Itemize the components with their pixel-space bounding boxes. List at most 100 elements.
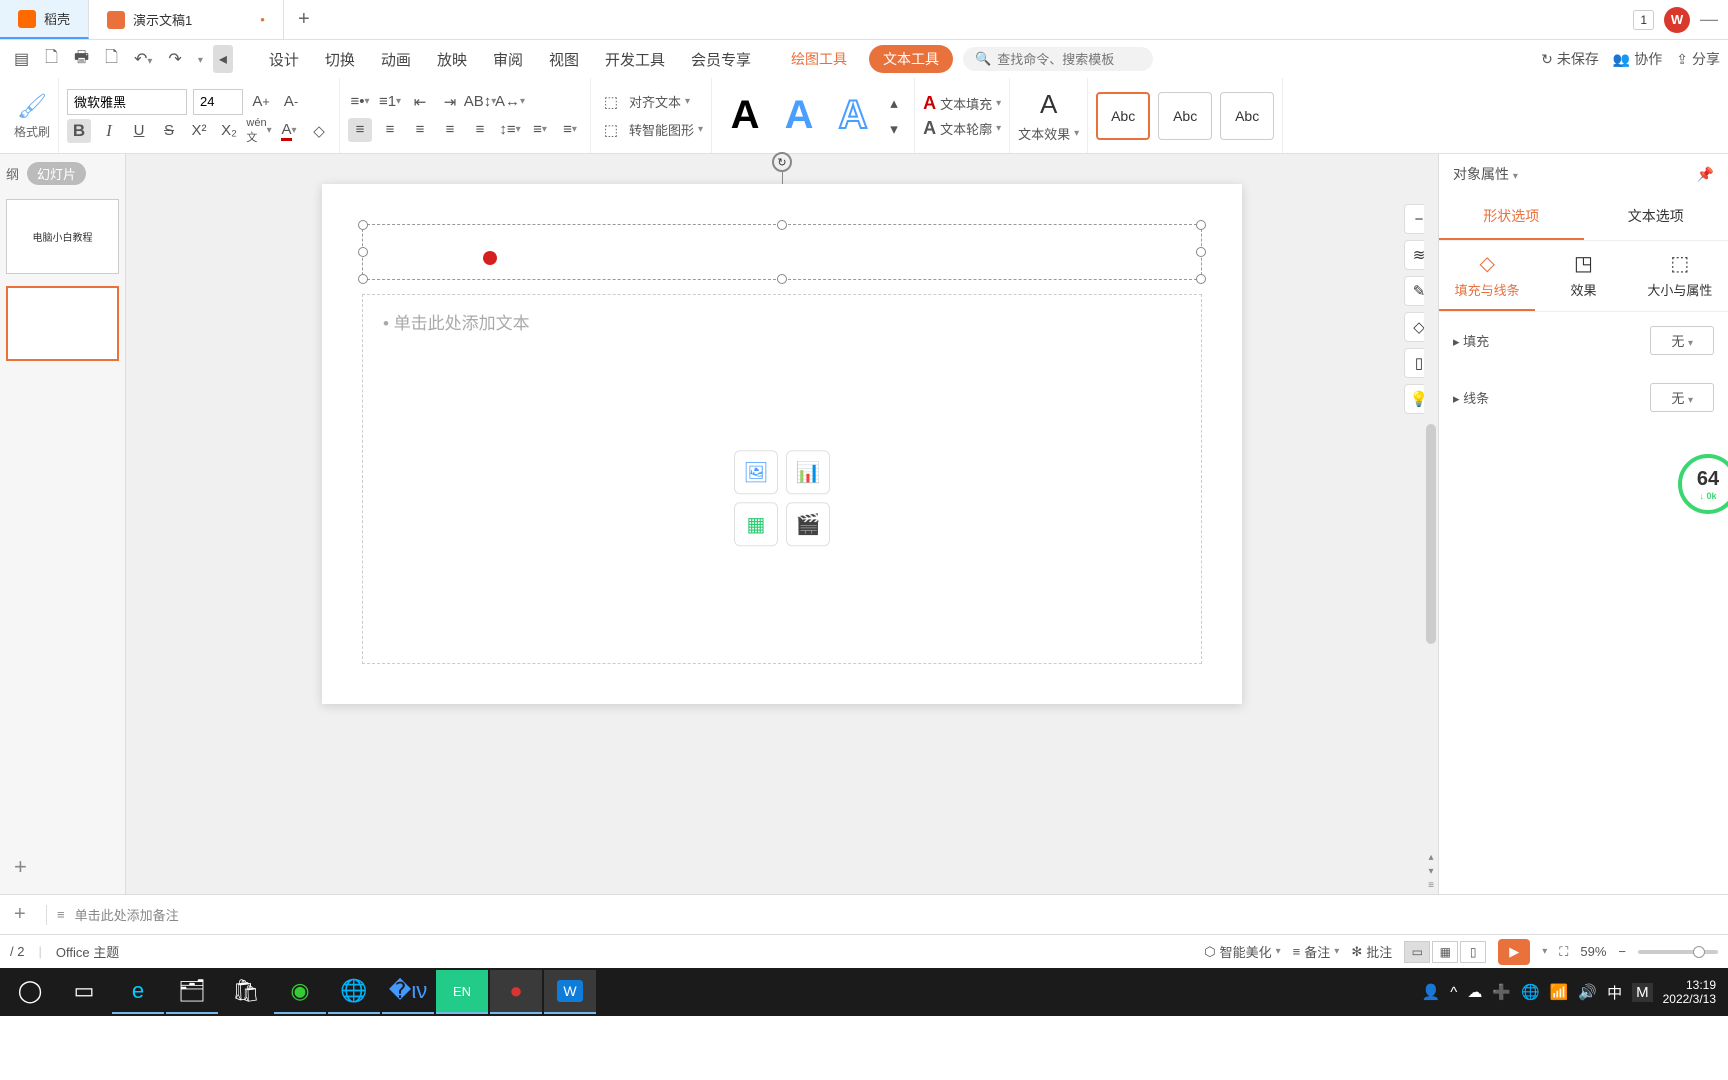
menu-view[interactable]: 视图 — [547, 45, 581, 74]
increase-indent-button[interactable]: ⇥ — [438, 90, 462, 114]
resize-handle-n[interactable] — [777, 220, 787, 230]
normal-view-button[interactable]: ▭ — [1404, 941, 1430, 963]
outline-tab[interactable]: 纲 — [6, 164, 19, 183]
wordart-style-1[interactable]: A — [720, 93, 770, 138]
notes-toggle-button[interactable]: ≡备注▾ — [1293, 942, 1340, 961]
wps-taskbar-icon[interactable]: W — [544, 970, 596, 1014]
size-subtab[interactable]: ⬚大小与属性 — [1632, 241, 1728, 311]
font-name-select[interactable] — [67, 89, 187, 115]
abc-style-2[interactable]: Abc — [1158, 92, 1212, 140]
smart-graphic-button[interactable]: 转智能图形▾ — [629, 120, 703, 139]
line-select[interactable]: 无 ▾ — [1650, 383, 1714, 412]
save-button[interactable]: 🗋 — [39, 42, 64, 77]
bold-button[interactable]: B — [67, 119, 91, 143]
vertical-scrollbar[interactable]: ▴ ▾ ≡ — [1424, 154, 1438, 894]
wifi-icon[interactable]: 📶 — [1550, 983, 1569, 1001]
network-tray-icon[interactable]: 🌐 — [1521, 983, 1540, 1001]
undo-button[interactable]: ↶▾ — [128, 45, 158, 73]
menu-slideshow[interactable]: 放映 — [435, 45, 469, 74]
font-size-select[interactable] — [193, 89, 243, 115]
beautify-button[interactable]: ⬡智能美化▾ — [1204, 942, 1280, 961]
slide[interactable]: ↻ • 单击此处添加文本 🖼 📊 ▦ 🎬 — [322, 184, 1242, 704]
sorter-view-button[interactable]: ▦ — [1432, 941, 1458, 963]
search-input[interactable] — [997, 52, 1137, 67]
volume-icon[interactable]: 🔊 — [1578, 983, 1597, 1001]
zoom-value[interactable]: 59% — [1580, 944, 1606, 959]
superscript-button[interactable]: X² — [187, 119, 211, 143]
vscode-icon[interactable]: �ιν — [382, 970, 434, 1014]
decrease-indent-button[interactable]: ⇤ — [408, 90, 432, 114]
zoom-slider[interactable] — [1638, 950, 1718, 954]
store-icon[interactable]: 🛍 — [220, 970, 272, 1014]
notes-placeholder[interactable]: 单击此处添加备注 — [75, 905, 179, 924]
text-effect-button[interactable]: 文本效果▾ — [1018, 124, 1079, 143]
align-text-button[interactable]: 对齐文本▾ — [629, 92, 690, 111]
align-left-button[interactable]: ≡ — [348, 118, 372, 142]
menu-member[interactable]: 会员专享 — [689, 45, 753, 74]
insert-video-button[interactable]: 🎬 — [786, 502, 830, 546]
tab-docer[interactable]: 稻壳 — [0, 0, 89, 39]
print-button[interactable]: 🖶 — [68, 42, 95, 77]
underline-button[interactable]: U — [127, 119, 151, 143]
before-spacing-button[interactable]: ≡▾ — [528, 118, 552, 142]
security-tray-icon[interactable]: ➕ — [1492, 983, 1511, 1001]
onedrive-icon[interactable]: ☁ — [1467, 983, 1482, 1001]
wps-logo-icon[interactable]: W — [1664, 7, 1690, 33]
insert-table-button[interactable]: ▦ — [734, 502, 778, 546]
shape-options-tab[interactable]: 形状选项 — [1439, 194, 1584, 240]
text-direction-button[interactable]: AB↕▾ — [468, 90, 492, 114]
taskview-button[interactable]: ▭ — [58, 970, 110, 1014]
text-options-tab[interactable]: 文本选项 — [1584, 194, 1728, 240]
align-justify-button[interactable]: ≡ — [438, 118, 462, 142]
after-spacing-button[interactable]: ≡▾ — [558, 118, 582, 142]
resize-handle-s[interactable] — [777, 274, 787, 284]
resize-handle-e[interactable] — [1196, 247, 1206, 257]
redo-button[interactable]: ↷ — [162, 45, 187, 73]
title-textbox[interactable] — [362, 224, 1202, 280]
search-box[interactable]: 🔍 — [963, 47, 1153, 71]
window-count[interactable]: 1 — [1633, 10, 1654, 30]
italic-button[interactable]: I — [97, 119, 121, 143]
pin-icon[interactable]: 📌 — [1697, 166, 1714, 183]
rotate-handle[interactable]: ↻ — [772, 152, 792, 172]
font-color-button[interactable]: A▾ — [277, 119, 301, 143]
wordart-style-3[interactable]: A — [828, 93, 878, 138]
scroll-menu-button[interactable]: ≡ — [1424, 880, 1438, 894]
increase-font-button[interactable]: A+ — [249, 90, 273, 114]
resize-handle-w[interactable] — [358, 247, 368, 257]
align-center-button[interactable]: ≡ — [378, 118, 402, 142]
effect-subtab[interactable]: ◳效果 — [1535, 241, 1631, 311]
text-effect-icon[interactable]: A — [1040, 89, 1057, 120]
add-slide-bottom-button[interactable]: + — [14, 903, 36, 926]
pinyin-button[interactable]: wén文▾ — [247, 119, 271, 143]
resize-handle-sw[interactable] — [358, 274, 368, 284]
menu-button[interactable]: ▤ — [8, 45, 35, 73]
resize-handle-se[interactable] — [1196, 274, 1206, 284]
more-quick-button[interactable]: ▾ — [192, 46, 209, 72]
new-tab-button[interactable]: + — [284, 0, 324, 39]
fill-select[interactable]: 无 ▾ — [1650, 326, 1714, 355]
collapse-ribbon-button[interactable]: ◂ — [213, 45, 233, 73]
edge-icon[interactable]: e — [112, 970, 164, 1014]
subscript-button[interactable]: X₂ — [217, 119, 241, 143]
not-saved-button[interactable]: ↻未保存 — [1541, 49, 1599, 69]
align-text-icon[interactable]: ⬚ — [599, 90, 623, 114]
scroll-down-button[interactable]: ▾ — [1424, 866, 1438, 880]
share-button[interactable]: ⇪分享 — [1676, 49, 1720, 69]
collab-button[interactable]: 👥协作 — [1613, 49, 1662, 69]
reading-view-button[interactable]: ▯ — [1460, 941, 1486, 963]
menu-review[interactable]: 审阅 — [491, 45, 525, 74]
abc-style-3[interactable]: Abc — [1220, 92, 1274, 140]
content-textbox[interactable]: • 单击此处添加文本 🖼 📊 ▦ 🎬 — [362, 294, 1202, 664]
resize-handle-nw[interactable] — [358, 220, 368, 230]
add-slide-button[interactable]: + — [0, 840, 125, 894]
recorder-icon[interactable]: ● — [490, 970, 542, 1014]
text-outline-button[interactable]: A文本轮廓▾ — [923, 118, 1001, 139]
wordart-style-2[interactable]: A — [774, 93, 824, 138]
numbering-button[interactable]: ≡1▾ — [378, 90, 402, 114]
slide-thumb-1[interactable]: 电脑小白教程 — [6, 199, 119, 274]
zoom-out-button[interactable]: − — [1618, 944, 1626, 959]
slides-tab[interactable]: 幻灯片 — [27, 162, 86, 185]
explorer-icon[interactable]: 🗂 — [166, 970, 218, 1014]
text-tool-tab[interactable]: 文本工具 — [869, 45, 953, 73]
